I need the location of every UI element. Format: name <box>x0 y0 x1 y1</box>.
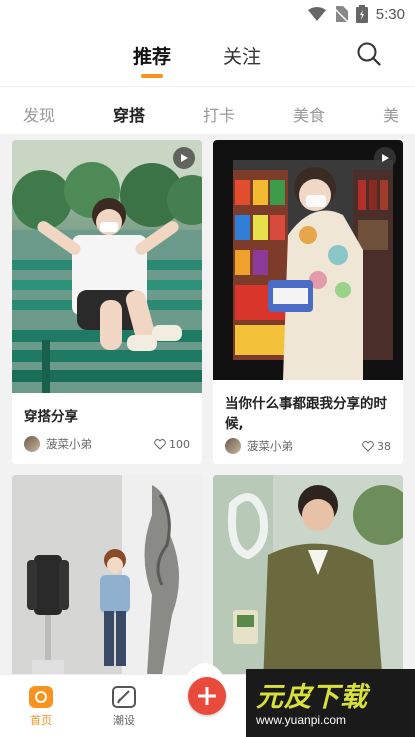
status-time: 5:30 <box>375 5 405 23</box>
card-image <box>12 475 202 674</box>
category-nav: 发现 穿搭 打卡 美食 美 <box>0 86 415 134</box>
card-title: 穿搭分享 <box>24 409 78 425</box>
tab-recommend[interactable]: 推荐 <box>133 42 171 69</box>
like-count: 100 <box>169 437 190 451</box>
nav-home[interactable]: 首页 <box>11 685 71 728</box>
feed-card[interactable] <box>12 475 202 674</box>
watermark-title: 元皮下载 <box>256 682 368 713</box>
category-food[interactable]: 美食 <box>293 102 325 126</box>
card-title: 当你什么事都跟我分享的时候, <box>225 396 387 432</box>
nav-trend[interactable]: 潮设 <box>94 685 154 728</box>
watermark-logo: 元皮下载 www.yuanpi.com <box>246 669 415 737</box>
card-image <box>12 140 202 393</box>
card-image <box>213 475 403 674</box>
category-checkin[interactable]: 打卡 <box>203 102 235 126</box>
tab-following[interactable]: 关注 <box>223 42 261 69</box>
search-icon[interactable] <box>356 41 382 67</box>
feed-card[interactable]: 当你什么事都跟我分享的时候, 菠菜小弟 38 <box>213 140 403 464</box>
video-play-icon <box>173 147 195 169</box>
category-discover[interactable]: 发现 <box>23 102 55 126</box>
nav-trend-label: 潮设 <box>113 714 135 727</box>
feed-card[interactable]: 穿搭分享 菠菜小弟 100 <box>12 140 202 464</box>
like-count: 38 <box>377 439 391 453</box>
card-username[interactable]: 菠菜小弟 <box>247 438 362 454</box>
category-beauty[interactable]: 美 <box>383 102 399 126</box>
avatar <box>225 438 241 454</box>
category-outfit[interactable]: 穿搭 <box>113 102 145 126</box>
plus-icon <box>198 687 216 705</box>
feed: 穿搭分享 菠菜小弟 100 当你什么事都跟我分享的时候, 菠菜小弟 38 <box>0 134 415 674</box>
heart-icon[interactable] <box>154 438 166 450</box>
trend-icon <box>112 686 136 708</box>
battery-icon <box>355 5 368 23</box>
wifi-icon <box>307 7 326 21</box>
card-meta: 菠菜小弟 38 <box>213 435 403 457</box>
top-nav: 推荐 关注 <box>0 28 415 86</box>
watermark-url: www.yuanpi.com <box>256 713 347 727</box>
nav-home-label: 首页 <box>30 714 52 727</box>
home-icon <box>29 686 53 708</box>
card-meta: 菠菜小弟 100 <box>12 433 202 455</box>
card-username[interactable]: 菠菜小弟 <box>46 436 154 452</box>
status-bar: 5:30 <box>0 0 415 28</box>
feed-card[interactable] <box>213 475 403 674</box>
heart-icon[interactable] <box>362 440 374 452</box>
avatar <box>24 436 40 452</box>
add-post-button[interactable] <box>188 677 226 715</box>
active-tab-indicator <box>141 74 163 78</box>
no-sim-icon <box>333 6 348 22</box>
card-image <box>213 140 403 380</box>
video-play-icon <box>374 147 396 169</box>
